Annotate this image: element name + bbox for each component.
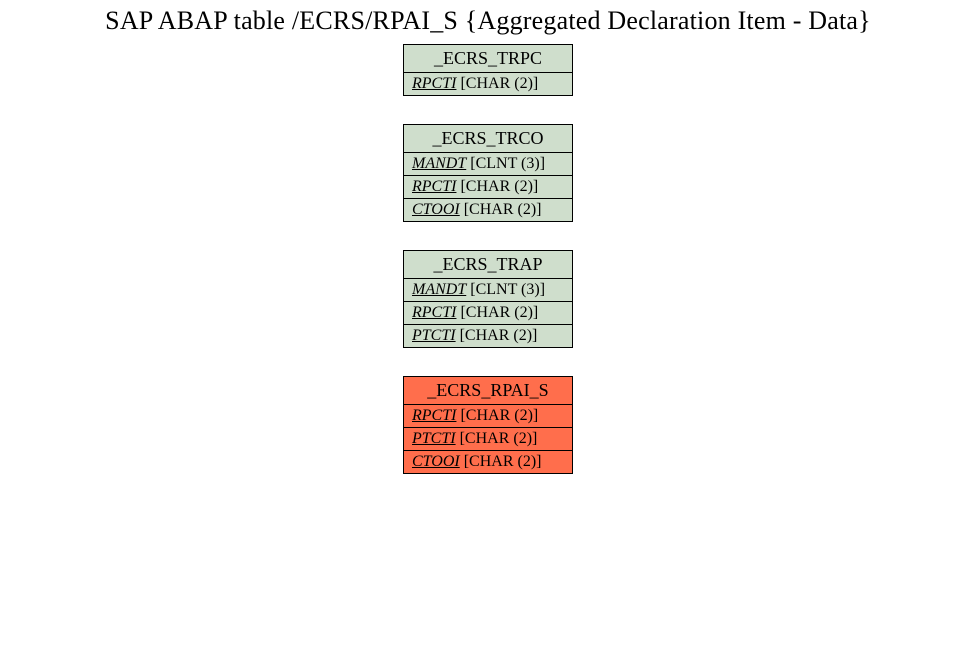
field-type: [CLNT (3)] xyxy=(470,281,545,298)
entity-field: MANDT [CLNT (3)] xyxy=(404,153,572,175)
entity-field: RPCTI [CHAR (2)] xyxy=(404,175,572,198)
field-name: RPCTI xyxy=(412,178,456,195)
field-name: MANDT xyxy=(412,281,466,298)
entity-ecrs-trpc: _ECRS_TRPC RPCTI [CHAR (2)] xyxy=(403,44,573,96)
entity-ecrs-trco: _ECRS_TRCO MANDT [CLNT (3)] RPCTI [CHAR … xyxy=(403,124,573,222)
field-name: RPCTI xyxy=(412,407,456,424)
field-type: [CHAR (2)] xyxy=(464,201,542,218)
entity-field: MANDT [CLNT (3)] xyxy=(404,279,572,301)
field-name: MANDT xyxy=(412,155,466,172)
field-type: [CHAR (2)] xyxy=(460,430,538,447)
entity-header: _ECRS_TRCO xyxy=(404,125,572,153)
field-type: [CHAR (2)] xyxy=(460,407,538,424)
entity-field: RPCTI [CHAR (2)] xyxy=(404,405,572,427)
entity-ecrs-rpai-s: _ECRS_RPAI_S RPCTI [CHAR (2)] PTCTI [CHA… xyxy=(403,376,573,474)
field-name: RPCTI xyxy=(412,304,456,321)
entity-header: _ECRS_TRPC xyxy=(404,45,572,73)
entity-field: RPCTI [CHAR (2)] xyxy=(404,73,572,95)
entity-field: CTOOI [CHAR (2)] xyxy=(404,450,572,473)
page-title: SAP ABAP table /ECRS/RPAI_S {Aggregated … xyxy=(0,0,976,44)
field-type: [CHAR (2)] xyxy=(464,453,542,470)
field-name: PTCTI xyxy=(412,327,456,344)
field-type: [CHAR (2)] xyxy=(460,178,538,195)
entity-ecrs-trap: _ECRS_TRAP MANDT [CLNT (3)] RPCTI [CHAR … xyxy=(403,250,573,348)
field-name: PTCTI xyxy=(412,430,456,447)
entity-header: _ECRS_RPAI_S xyxy=(404,377,572,405)
entity-field: PTCTI [CHAR (2)] xyxy=(404,427,572,450)
field-type: [CHAR (2)] xyxy=(460,304,538,321)
entity-field: CTOOI [CHAR (2)] xyxy=(404,198,572,221)
entity-field: PTCTI [CHAR (2)] xyxy=(404,324,572,347)
field-name: CTOOI xyxy=(412,201,460,218)
field-type: [CHAR (2)] xyxy=(460,327,538,344)
entity-field: RPCTI [CHAR (2)] xyxy=(404,301,572,324)
entity-header: _ECRS_TRAP xyxy=(404,251,572,279)
field-type: [CHAR (2)] xyxy=(460,75,538,92)
diagram-stack: _ECRS_TRPC RPCTI [CHAR (2)] _ECRS_TRCO M… xyxy=(0,44,976,474)
field-type: [CLNT (3)] xyxy=(470,155,545,172)
field-name: CTOOI xyxy=(412,453,460,470)
field-name: RPCTI xyxy=(412,75,456,92)
